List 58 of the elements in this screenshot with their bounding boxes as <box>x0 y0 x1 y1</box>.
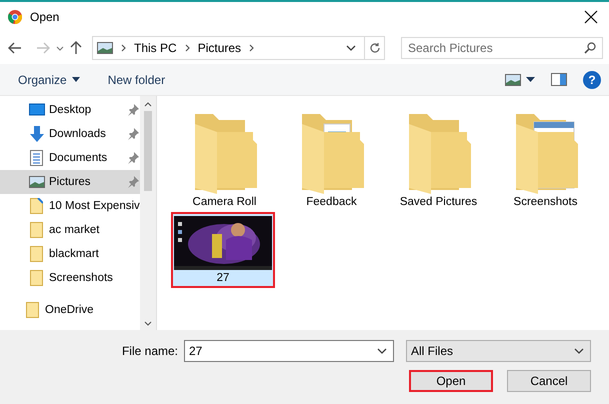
sidebar-item[interactable]: Desktop <box>0 98 140 122</box>
back-button[interactable] <box>8 42 22 54</box>
landscape-icon <box>505 74 521 86</box>
help-button[interactable]: ? <box>583 70 601 88</box>
sidebar-item[interactable]: blackmart <box>0 242 140 266</box>
landscape-icon <box>28 176 44 188</box>
search-field[interactable]: Search Pictures <box>401 37 603 59</box>
window-title: Open <box>30 10 60 24</box>
chevron-right-icon <box>121 44 126 52</box>
folder-item[interactable]: Camera Roll <box>171 106 278 212</box>
breadcrumb[interactable]: Pictures <box>198 41 242 55</box>
sidebar-item[interactable]: Downloads <box>0 122 140 146</box>
sidebar-item[interactable]: ac market <box>0 218 140 242</box>
landscape-icon <box>97 42 113 54</box>
caret-down-icon <box>526 77 535 82</box>
search-icon <box>584 42 596 54</box>
file-name-label: File name: <box>122 344 178 358</box>
document-icon <box>30 150 43 166</box>
refresh-icon <box>368 42 380 54</box>
scrollbar[interactable] <box>140 96 157 330</box>
sidebar-item[interactable]: OneDrive <box>0 298 140 322</box>
address-bar[interactable]: This PC Pictures <box>92 36 385 60</box>
folder-icon <box>30 222 43 238</box>
sidebar-item[interactable]: Documents <box>0 146 140 170</box>
folder-item[interactable]: Saved Pictures <box>385 106 492 212</box>
chevron-right-icon <box>184 44 190 52</box>
file-name-field[interactable]: 27 <box>184 340 394 362</box>
scroll-thumb[interactable] <box>144 111 152 191</box>
chevron-down-icon[interactable] <box>346 45 356 51</box>
caret-down-icon <box>72 77 80 82</box>
chevron-down-icon[interactable] <box>574 348 584 354</box>
chevron-right-icon <box>249 44 254 52</box>
preview-pane-button[interactable] <box>551 73 567 86</box>
sidebar-item[interactable]: 10 Most Expensiv <box>0 194 140 218</box>
organize-button[interactable]: Organize <box>18 72 80 86</box>
folder-item[interactable]: Screenshots <box>492 106 599 212</box>
file-type-dropdown[interactable]: All Files <box>406 340 591 362</box>
file-icon <box>30 198 43 214</box>
sidebar-item[interactable]: Pictures <box>0 170 140 194</box>
scroll-up-icon[interactable] <box>144 102 152 107</box>
browser-logo-icon <box>8 10 22 24</box>
folder-item[interactable]: Feedback <box>278 106 385 212</box>
recent-locations-button[interactable] <box>56 46 64 50</box>
folder-icon <box>30 246 43 262</box>
scroll-down-icon[interactable] <box>144 321 152 326</box>
breadcrumb[interactable]: This PC <box>134 41 177 55</box>
up-button[interactable] <box>70 41 82 55</box>
cancel-button[interactable]: Cancel <box>507 370 591 392</box>
monitor-icon <box>28 103 44 117</box>
sidebar-item[interactable]: Screenshots <box>0 266 140 290</box>
view-options-button[interactable] <box>505 74 535 86</box>
image-file-item[interactable]: 27 <box>171 212 275 288</box>
open-button[interactable]: Open <box>409 370 493 392</box>
folder-icon <box>26 302 39 318</box>
chevron-down-icon[interactable] <box>377 348 387 354</box>
new-folder-button[interactable]: New folder <box>108 72 166 86</box>
folder-icon <box>30 270 43 286</box>
download-arrow-icon <box>28 126 44 142</box>
